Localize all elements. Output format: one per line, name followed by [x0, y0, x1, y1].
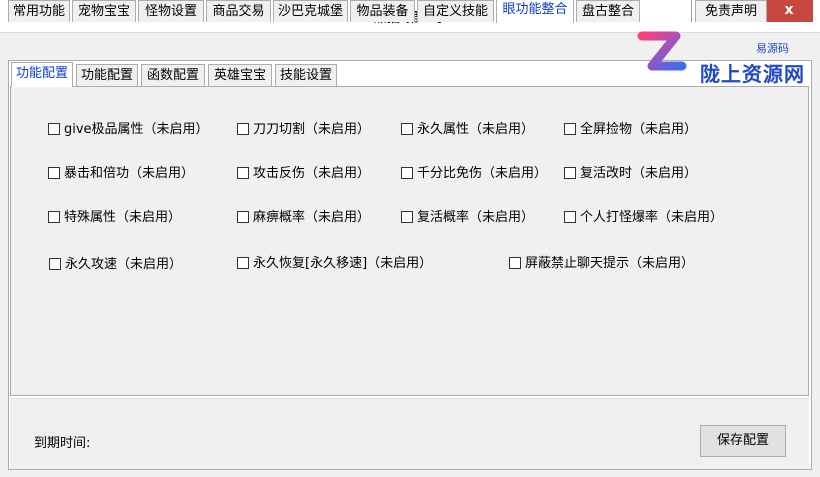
save-config-button[interactable]: 保存配置 — [700, 425, 786, 457]
checkbox-label: 麻痹概率（未启用） — [253, 210, 371, 225]
footer-area — [10, 398, 809, 469]
checkbox-box[interactable] — [237, 123, 249, 135]
checkbox-box[interactable] — [49, 258, 61, 270]
checkbox-label: 个人打怪爆率（未启用） — [580, 210, 724, 225]
tab-disclaimer[interactable]: 免责声明 — [695, 0, 767, 22]
tab-monster-settings[interactable]: 怪物设置 — [138, 0, 204, 22]
checkbox-label: 永久攻速（未启用） — [65, 257, 183, 272]
checkbox-permille-immunity[interactable]: 千分比免伤（未启用） — [401, 165, 547, 183]
checkbox-box[interactable] — [401, 211, 413, 223]
checkbox-permanent-recovery[interactable]: 永久恢复[永久移速]（未启用） — [237, 255, 432, 273]
expire-time-label: 到期时间: — [34, 436, 91, 451]
checkbox-label: 复活概率（未启用） — [417, 210, 535, 225]
checkbox-label: 攻击反伤（未启用） — [253, 166, 371, 181]
checkbox-label: 刀刀切割（未启用） — [253, 122, 371, 137]
subtab-function-config-1[interactable]: 功能配置 — [11, 62, 73, 87]
checkbox-label: 永久恢复[永久移速]（未启用） — [253, 256, 433, 271]
checkbox-label: 全屏捡物（未启用） — [580, 122, 698, 137]
checkbox-give-premium-attr[interactable]: give极品属性（未启用） — [48, 121, 209, 139]
checkbox-reflect-damage[interactable]: 攻击反伤（未启用） — [237, 165, 370, 183]
checkbox-box[interactable] — [564, 123, 576, 135]
watermark-small-text: 易源码 — [756, 42, 789, 55]
tab-pets[interactable]: 宠物宝宝 — [72, 0, 136, 22]
checkbox-box[interactable] — [48, 211, 60, 223]
close-button[interactable]: x — [765, 0, 813, 22]
checkbox-box[interactable] — [237, 257, 249, 269]
checkbox-paralysis-rate[interactable]: 麻痹概率（未启用） — [237, 209, 370, 227]
checkbox-revive-time[interactable]: 复活改时（未启用） — [564, 165, 697, 183]
watermark: 易源码 陇上资源网 — [636, 22, 820, 86]
checkbox-blade-cut[interactable]: 刀刀切割（未启用） — [237, 121, 370, 139]
checkbox-box[interactable] — [564, 167, 576, 179]
subtab-skill-settings[interactable]: 技能设置 — [275, 64, 337, 86]
checkbox-block-chat-ban-notice[interactable]: 屏蔽禁止聊天提示（未启用） — [509, 255, 694, 273]
checkbox-special-attr[interactable]: 特殊属性（未启用） — [48, 209, 181, 227]
tab-pangu-integration[interactable]: 盘古整合 — [576, 0, 640, 22]
checkbox-label: 特殊属性（未启用） — [64, 210, 182, 225]
checkbox-crit-multiplier[interactable]: 暴击和倍功（未启用） — [48, 165, 194, 183]
checkbox-box[interactable] — [48, 123, 60, 135]
tab-custom-skills[interactable]: 自定义技能 — [417, 0, 494, 22]
checkbox-fullscreen-pickup[interactable]: 全屏捡物（未启用） — [564, 121, 697, 139]
checkbox-permanent-attack-speed[interactable]: 永久攻速（未启用） — [49, 256, 182, 274]
watermark-logo-icon — [637, 31, 687, 71]
checkbox-box[interactable] — [237, 211, 249, 223]
tab-integration[interactable]: 眼功能整合 — [496, 0, 574, 23]
checkbox-label: give极品属性（未启用） — [64, 122, 209, 137]
checkbox-label: 暴击和倍功（未启用） — [64, 166, 195, 181]
checkbox-box[interactable] — [509, 257, 521, 269]
subtab-function-library[interactable]: 函数配置 — [141, 64, 205, 86]
checkbox-box[interactable] — [237, 167, 249, 179]
checkbox-box[interactable] — [401, 123, 413, 135]
tab-trade[interactable]: 商品交易 — [206, 0, 271, 22]
tab-items-equipment[interactable]: 物品装备 — [350, 0, 415, 22]
checkbox-personal-drop-rate[interactable]: 个人打怪爆率（未启用） — [564, 209, 723, 227]
checkbox-label: 千分比免伤（未启用） — [417, 166, 548, 181]
app-window: 懒猫-第二季 x 常用功能 宠物宝宝 怪物设置 商品交易 沙巴克城堡 物品装备 … — [0, 0, 820, 477]
tab-common-functions[interactable]: 常用功能 — [8, 0, 70, 22]
checkbox-label: 屏蔽禁止聊天提示（未启用） — [525, 256, 695, 271]
subtab-hero-pets[interactable]: 英雄宝宝 — [208, 64, 272, 86]
checkbox-box[interactable] — [48, 167, 60, 179]
checkbox-label: 永久属性（未启用） — [417, 122, 535, 137]
checkbox-revive-rate[interactable]: 复活概率（未启用） — [401, 209, 534, 227]
checkbox-box[interactable] — [401, 167, 413, 179]
watermark-text: 陇上资源网 — [700, 62, 805, 86]
subtab-function-config-2[interactable]: 功能配置 — [76, 64, 138, 86]
checkbox-label: 复活改时（未启用） — [580, 166, 698, 181]
checkbox-box[interactable] — [564, 211, 576, 223]
tab-castle[interactable]: 沙巴克城堡 — [273, 0, 348, 22]
checkbox-permanent-attr[interactable]: 永久属性（未启用） — [401, 121, 534, 139]
